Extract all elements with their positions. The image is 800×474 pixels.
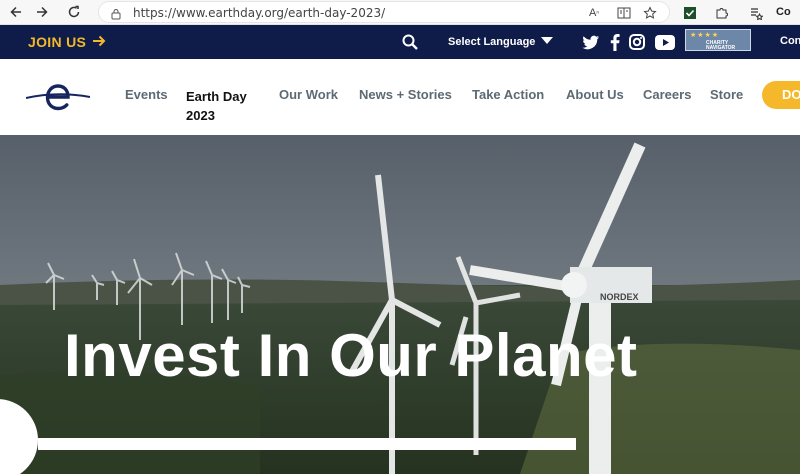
forward-arrow-icon[interactable] — [32, 2, 52, 22]
rating-stars-icon: ★★★★ — [690, 32, 720, 39]
nav-take-action[interactable]: Take Action — [472, 87, 544, 102]
youtube-icon[interactable] — [654, 33, 676, 51]
nav-careers[interactable]: Careers — [643, 87, 691, 102]
donate-button[interactable]: DO — [762, 81, 800, 109]
lock-icon[interactable] — [111, 7, 121, 25]
language-selector[interactable]: Select Language — [448, 36, 554, 48]
hero-headline: Invest In Our Planet — [64, 322, 638, 389]
earth-day-logo[interactable] — [25, 81, 91, 118]
language-label: Select Language — [448, 36, 536, 48]
hero-banner: NORDEX Invest In Our Planet — [0, 135, 800, 474]
nav-store[interactable]: Store — [710, 87, 743, 102]
nav-our-work[interactable]: Our Work — [279, 87, 338, 102]
nav-earth-day-line1: Earth Day — [186, 89, 247, 104]
hero-divider — [38, 438, 576, 450]
reader-view-icon[interactable] — [615, 5, 633, 21]
browser-toolbar: https://www.earthday.org/earth-day-2023/… — [0, 0, 800, 25]
top-bar-cut-link[interactable]: Con — [780, 35, 800, 47]
back-arrow-icon[interactable] — [6, 2, 26, 22]
nav-about-us[interactable]: About Us — [566, 87, 624, 102]
wind-turbine-photo: NORDEX — [0, 135, 800, 474]
caret-down-icon — [541, 36, 554, 48]
nav-earth-day-2023[interactable]: Earth Day 2023 — [186, 87, 247, 125]
twitter-icon[interactable] — [581, 33, 601, 51]
profile-label[interactable]: Co — [776, 6, 791, 18]
collections-icon[interactable] — [746, 3, 766, 23]
read-aloud-icon[interactable]: Aⁿ — [585, 5, 603, 21]
charity-navigator-badge[interactable]: ★★★★ CHARITY NAVIGATOR — [685, 29, 751, 51]
refresh-icon[interactable] — [64, 2, 84, 22]
extension-check-icon[interactable] — [680, 3, 700, 23]
puzzle-icon[interactable] — [712, 3, 732, 23]
arrow-right-icon — [92, 34, 106, 50]
search-icon[interactable] — [402, 34, 418, 55]
nav-earth-day-line2: 2023 — [186, 108, 215, 123]
main-navigation: Events Earth Day 2023 Our Work News + St… — [0, 59, 800, 135]
address-bar[interactable]: https://www.earthday.org/earth-day-2023/… — [98, 1, 670, 23]
svg-text:NORDEX: NORDEX — [600, 292, 639, 302]
nav-events[interactable]: Events — [125, 87, 168, 102]
nav-news-stories[interactable]: News + Stories — [359, 87, 452, 102]
join-us-label: JOIN US — [28, 34, 87, 50]
facebook-icon[interactable] — [605, 33, 625, 51]
top-bar: JOIN US Select Language ★★★★ CHARITY NAV… — [0, 25, 800, 59]
charity-badge-text: CHARITY NAVIGATOR — [706, 40, 736, 51]
url-text[interactable]: https://www.earthday.org/earth-day-2023/ — [133, 6, 385, 20]
join-us-link[interactable]: JOIN US — [28, 34, 106, 50]
instagram-icon[interactable] — [627, 33, 647, 51]
favorite-icon[interactable] — [641, 5, 659, 21]
